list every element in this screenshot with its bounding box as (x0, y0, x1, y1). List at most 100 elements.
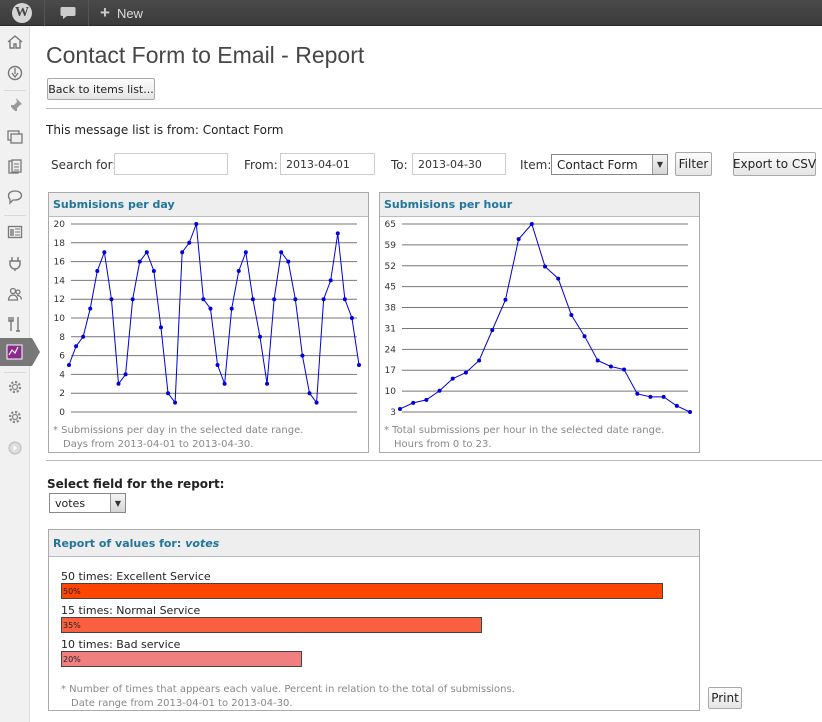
y-tick-label: 17 (385, 366, 396, 376)
data-point (450, 376, 455, 381)
panel-title: Report of values for: votes (49, 530, 699, 557)
data-point (229, 306, 234, 311)
data-point (688, 410, 692, 414)
settings-gear-icon[interactable] (4, 376, 26, 398)
data-point (674, 403, 679, 408)
divider (46, 108, 822, 109)
submissions-per-hour-panel: Submisions per hour 65 59 52 45 38 31 24 17 10 3 … (379, 192, 700, 453)
data-point (144, 250, 149, 255)
from-date-input[interactable] (280, 153, 375, 175)
data-point (257, 334, 262, 339)
item-label: Item: (520, 158, 552, 172)
report-title: Report of values for: (53, 536, 182, 550)
y-tick-label: 31 (385, 324, 396, 334)
data-point (265, 381, 270, 386)
y-tick-label: 6 (59, 352, 65, 362)
sidebar-separator (4, 215, 26, 216)
data-point (516, 237, 521, 242)
submissions-per-hour-chart: 65 59 52 45 38 31 24 17 10 3 (385, 220, 692, 418)
data-point (569, 312, 574, 317)
data-point (151, 269, 156, 273)
data-point (272, 297, 277, 302)
data-point (556, 276, 561, 281)
sidebar-separator (4, 372, 26, 373)
value-bar: 35% (61, 617, 483, 633)
users-icon[interactable] (4, 283, 26, 305)
report-field-select[interactable]: votes ▼ (49, 493, 126, 513)
jetpack-icon[interactable] (4, 62, 26, 84)
data-point (349, 316, 354, 320)
data-point (328, 278, 333, 283)
data-point (222, 381, 227, 386)
y-tick-label: 16 (54, 258, 66, 268)
contact-form-report-icon[interactable] (0, 338, 40, 366)
y-tick-label: 3 (390, 408, 396, 418)
chart-note: Hours from 0 to 23. (394, 439, 492, 450)
divider (46, 460, 822, 461)
data-point (398, 406, 402, 411)
data-point (293, 297, 298, 302)
data-point (490, 328, 495, 333)
posts-pin-icon[interactable] (4, 94, 26, 116)
data-point (250, 297, 255, 302)
value-label: 10 times: Bad service (61, 638, 181, 651)
data-point (582, 334, 587, 339)
y-tick-label: 38 (385, 304, 397, 314)
value-bar: 20% (61, 651, 302, 667)
data-point (88, 306, 93, 311)
admin-sidebar (0, 26, 40, 722)
data-point (116, 381, 121, 386)
data-point (81, 334, 86, 339)
series-line (68, 223, 360, 405)
data-point (187, 240, 192, 245)
data-point (109, 297, 114, 302)
search-label: Search for: (51, 158, 117, 172)
chevron-down-icon: ▼ (110, 494, 125, 512)
appearance-icon[interactable] (4, 221, 26, 243)
y-tick-label: 24 (385, 345, 397, 355)
new-content-button[interactable]: + New (100, 0, 143, 26)
data-point (201, 297, 206, 302)
chart-note: * Submissions per day in the selected da… (53, 425, 304, 436)
filter-button[interactable]: Filter (675, 152, 712, 176)
search-input[interactable] (114, 153, 228, 175)
plugins-icon[interactable] (4, 252, 26, 274)
dashboard-icon[interactable] (4, 31, 26, 53)
collapse-menu-icon[interactable] (4, 437, 26, 459)
back-to-items-button[interactable]: Back to items list... (47, 78, 155, 100)
media-icon[interactable] (4, 125, 26, 147)
settings-gear-icon[interactable] (4, 406, 26, 428)
chevron-down-icon: ▼ (652, 155, 667, 174)
page-title: Contact Form to Email - Report (46, 42, 365, 68)
report-note: Date range from 2013-04-01 to 2013-04-30… (71, 698, 293, 709)
to-label: To: (391, 158, 408, 172)
pages-icon[interactable] (4, 156, 26, 178)
export-csv-button[interactable]: Export to CSV (733, 152, 816, 176)
wordpress-logo-icon[interactable]: W (12, 0, 32, 26)
tools-icon[interactable] (4, 313, 26, 335)
y-tick-label: 0 (59, 408, 65, 418)
print-button[interactable]: Print (708, 687, 742, 709)
data-point (74, 344, 79, 349)
admin-bar-divider (44, 0, 45, 26)
y-tick-label: 59 (385, 241, 397, 251)
comments-icon[interactable] (4, 186, 26, 208)
value-bar: 50% (61, 583, 663, 599)
select-field-label: Select field for the report: (47, 477, 225, 491)
admin-bar: W + New (0, 0, 822, 26)
data-point (437, 388, 442, 393)
data-point (529, 222, 534, 226)
value-label: 15 times: Normal Service (61, 604, 201, 617)
data-point (130, 297, 135, 302)
data-point (307, 391, 312, 396)
comments-icon[interactable] (60, 0, 76, 26)
from-label: From: (244, 158, 278, 172)
data-point (595, 358, 600, 363)
data-point (635, 391, 640, 396)
data-point (503, 297, 508, 302)
y-tick-label: 65 (385, 220, 396, 230)
to-date-input[interactable] (412, 153, 506, 175)
data-point (424, 397, 429, 402)
y-tick-label: 52 (385, 262, 396, 272)
item-select[interactable]: Contact Form ▼ (551, 154, 668, 175)
